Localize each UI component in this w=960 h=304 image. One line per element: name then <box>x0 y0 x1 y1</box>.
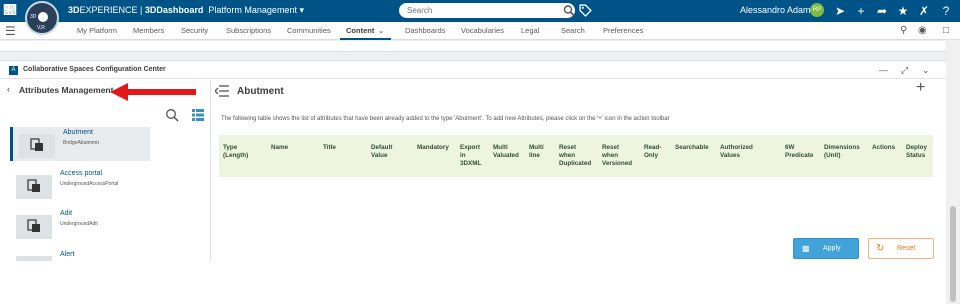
panel-divider <box>210 80 211 262</box>
list-item[interactable]: Access portal UndergroundAccessPortal <box>10 168 150 202</box>
list-item[interactable]: Abutment BridgeAbutment <box>10 127 150 161</box>
reset-button[interactable]: ↻ Reset <box>868 238 934 259</box>
column-header[interactable]: Read- Only <box>644 144 662 160</box>
column-header[interactable]: Reset when Versioned <box>602 144 632 168</box>
type-icon <box>16 175 52 199</box>
list-item[interactable]: Adit UndergroundAdit <box>10 208 150 242</box>
type-icon <box>16 256 52 261</box>
reset-icon: ↻ <box>876 243 885 254</box>
tools-icon[interactable]: ✗ <box>916 3 932 19</box>
column-header[interactable]: Multi Valuated <box>493 144 519 160</box>
chevron-down-icon[interactable]: ⌄ <box>922 65 930 76</box>
dashboard-name[interactable]: Platform Management <box>208 5 297 15</box>
conversation-icon[interactable]: ➤ <box>832 3 848 19</box>
list-item-sub: BridgeAbutment <box>63 140 99 146</box>
table-description: The following table shows the list of at… <box>221 116 670 122</box>
app-name-bold: 3DDashboard <box>144 5 204 15</box>
column-header[interactable]: Export in 3DXML <box>460 144 481 168</box>
compass-label: 3D <box>30 14 37 20</box>
column-header[interactable]: Actions <box>872 144 895 152</box>
column-header[interactable]: Title <box>323 144 336 152</box>
menu-icon[interactable]: ☰ <box>5 25 16 37</box>
compass-play-icon[interactable] <box>38 12 48 22</box>
tab-members[interactable]: Members <box>133 26 164 35</box>
compass-version: V,R <box>37 25 45 31</box>
list-item-name: Adit <box>60 210 73 217</box>
list-item-sub: UndergroundAccessPortal <box>60 181 119 187</box>
type-icon <box>16 215 52 239</box>
collapse-panel-icon[interactable] <box>215 85 229 97</box>
ds-logo-icon[interactable]: 𝔕 <box>4 3 16 17</box>
tab-communities[interactable]: Communities <box>287 26 331 35</box>
user-name[interactable]: Alessandro Adami <box>740 5 813 15</box>
apply-button[interactable]: ▩ Apply <box>793 238 859 259</box>
scrollbar[interactable] <box>946 41 960 304</box>
nav-bar: ☰ My Platform Members Security Subscript… <box>0 22 960 40</box>
list-item[interactable]: Alert <box>10 249 150 261</box>
top-bar: 𝔕 3DEXPERIENCE | 3DDashboard Platform Ma… <box>0 0 960 22</box>
reset-label: Reset <box>897 245 916 252</box>
type-icon <box>19 134 55 158</box>
widget-header: A Collaborative Spaces Configuration Cen… <box>0 61 946 79</box>
tab-vocabularies[interactable]: Vocabularies <box>461 26 504 35</box>
tab-search[interactable]: Search <box>561 26 585 35</box>
visibility-icon[interactable]: ◉ <box>918 25 927 36</box>
active-tab-underline <box>340 38 391 40</box>
app-name-prefix: 3D <box>68 5 80 15</box>
tab-content[interactable]: Content <box>346 26 374 35</box>
add-attribute-icon[interactable]: + <box>916 80 925 96</box>
tag-icon[interactable] <box>579 4 592 17</box>
scrollbar-thumb[interactable] <box>950 206 956 302</box>
top-widget-strip <box>0 41 946 52</box>
column-header[interactable]: Reset when Duplicated <box>559 144 591 168</box>
column-header[interactable]: Deploy Status <box>906 144 927 160</box>
column-header[interactable]: Multi line <box>529 144 544 160</box>
app-name-mid: EXPERIENCE | <box>79 5 145 15</box>
chat-icon[interactable]: □ <box>943 25 949 36</box>
tab-preferences[interactable]: Preferences <box>603 26 643 35</box>
list-view-icon[interactable] <box>192 109 204 121</box>
maximize-icon[interactable]: ⤢ <box>901 65 908 76</box>
widget-app-icon: A <box>9 66 18 75</box>
column-header[interactable]: Searchable <box>675 144 709 152</box>
chevron-down-icon[interactable]: ▾ <box>299 5 304 15</box>
annotation-arrow-icon <box>110 83 196 101</box>
minimize-icon[interactable]: — <box>879 65 888 75</box>
column-header[interactable]: 6W Predicate <box>785 144 813 160</box>
list-item-name: Abutment <box>63 129 93 136</box>
widget-title: Collaborative Spaces Configuration Cente… <box>23 66 166 73</box>
column-header[interactable]: Type (Length) <box>223 144 248 160</box>
column-header[interactable]: Default Value <box>371 144 392 160</box>
avatar[interactable]: RP <box>810 3 824 17</box>
search-icon[interactable] <box>165 108 179 122</box>
search-icon[interactable]: ⚲ <box>900 25 907 36</box>
tab-legal[interactable]: Legal <box>521 26 539 35</box>
left-panel-title: Attributes Management <box>19 85 114 95</box>
search-input[interactable] <box>399 3 575 18</box>
app-title: 3DEXPERIENCE | 3DDashboard Platform Mana… <box>68 5 304 16</box>
column-header[interactable]: Authorized Values <box>720 144 753 160</box>
list-item-name: Access portal <box>60 170 103 177</box>
add-icon[interactable]: + <box>853 3 869 19</box>
list-item-name: Alert <box>60 251 75 258</box>
compass-icon[interactable]: 3D V,R <box>25 1 59 35</box>
tab-my-platform[interactable]: My Platform <box>77 26 117 35</box>
search-icon[interactable] <box>563 4 575 17</box>
apply-label: Apply <box>823 245 841 252</box>
column-header[interactable]: Mandatory <box>417 144 449 152</box>
apply-icon: ▩ <box>802 244 810 253</box>
tab-security[interactable]: Security <box>181 26 208 35</box>
share-icon[interactable]: ➦ <box>874 3 890 19</box>
column-header[interactable]: Dimensions (Unit) <box>824 144 860 160</box>
help-icon[interactable]: ? <box>938 3 954 19</box>
column-header[interactable]: Name <box>271 144 288 152</box>
list-item-sub: UndergroundAdit <box>60 221 98 227</box>
type-title: Abutment <box>237 86 284 97</box>
back-icon[interactable]: ‹ <box>7 84 10 94</box>
attributes-table-header: Type (Length) Name Title Default Value M… <box>219 135 933 177</box>
tab-dashboards[interactable]: Dashboards <box>405 26 445 35</box>
network-icon[interactable]: ★ <box>895 3 911 19</box>
chevron-down-icon[interactable]: ⌄ <box>378 26 384 35</box>
tab-subscriptions[interactable]: Subscriptions <box>226 26 271 35</box>
